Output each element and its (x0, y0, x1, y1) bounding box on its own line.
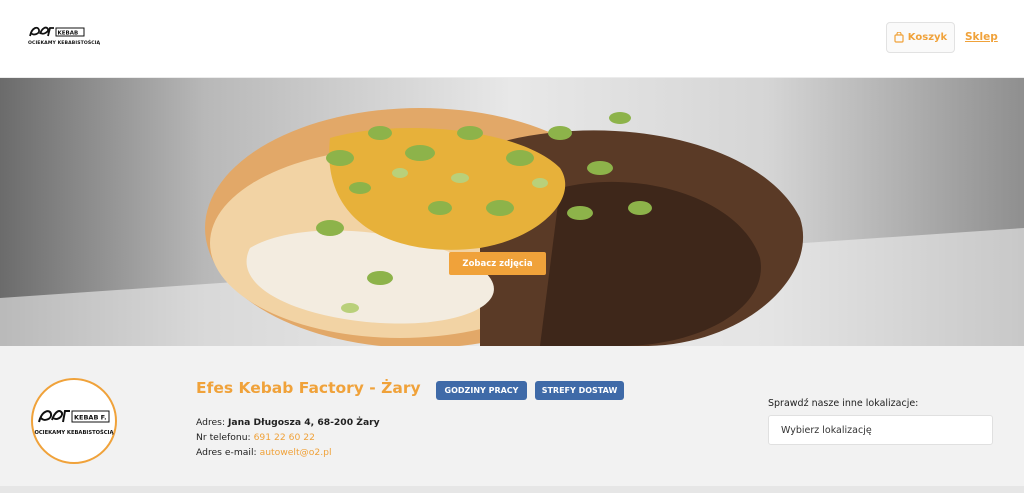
restaurant-info: KEBAB F. OCIEKAMY KEBABISTOŚCIĄ Efes Keb… (0, 346, 1024, 493)
restaurant-logo: KEBAB F. OCIEKAMY KEBABISTOŚCIĄ (31, 378, 117, 464)
brand-logo[interactable]: KEBAB OCIEKAMY KEBABISTOŚCIĄ (28, 24, 101, 52)
phone-link[interactable]: 691 22 60 22 (254, 432, 315, 443)
address-label: Adres: (196, 417, 226, 428)
logo-mark-icon: KEBAB F. (38, 410, 110, 423)
phone-label: Nr telefonu: (196, 432, 251, 443)
hero-banner: Zobacz zdjęcia (0, 78, 1024, 346)
section-divider (0, 486, 1024, 493)
email-link[interactable]: autowelt@o2.pl (260, 447, 332, 458)
email-label: Adres e-mail: (196, 447, 257, 458)
cart-label: Koszyk (907, 32, 948, 43)
delivery-zones-button[interactable]: STREFY DOSTAW (535, 381, 624, 400)
logo-slogan: OCIEKAMY KEBABISTOŚCIĄ (34, 430, 114, 436)
address-line: Adres: Jana Długosza 4, 68-200 Żary (196, 417, 380, 428)
logo-slogan: OCIEKAMY KEBABISTOŚCIĄ (28, 41, 101, 46)
svg-text:KEBAB: KEBAB (58, 31, 79, 37)
shop-link[interactable]: Sklep (965, 31, 998, 43)
location-select[interactable]: Wybierz lokalizację (768, 415, 993, 445)
logo-mark-icon: KEBAB (29, 26, 85, 37)
locations-label: Sprawdź nasze inne lokalizacje: (768, 398, 919, 409)
cart-button[interactable]: Koszyk (886, 22, 955, 53)
restaurant-name: Efes Kebab Factory - Żary (196, 379, 421, 397)
svg-text:KEBAB F.: KEBAB F. (74, 414, 107, 422)
address-value: Jana Długosza 4, 68-200 Żary (228, 417, 380, 428)
shopping-bag-icon (894, 32, 904, 43)
site-header: KEBAB OCIEKAMY KEBABISTOŚCIĄ Koszyk Skle… (0, 0, 1024, 78)
phone-line: Nr telefonu: 691 22 60 22 (196, 432, 315, 443)
view-photos-button[interactable]: Zobacz zdjęcia (449, 252, 546, 275)
email-line: Adres e-mail: autowelt@o2.pl (196, 447, 332, 458)
opening-hours-button[interactable]: GODZINY PRACY (436, 381, 527, 400)
hero-food-image (0, 108, 1024, 346)
